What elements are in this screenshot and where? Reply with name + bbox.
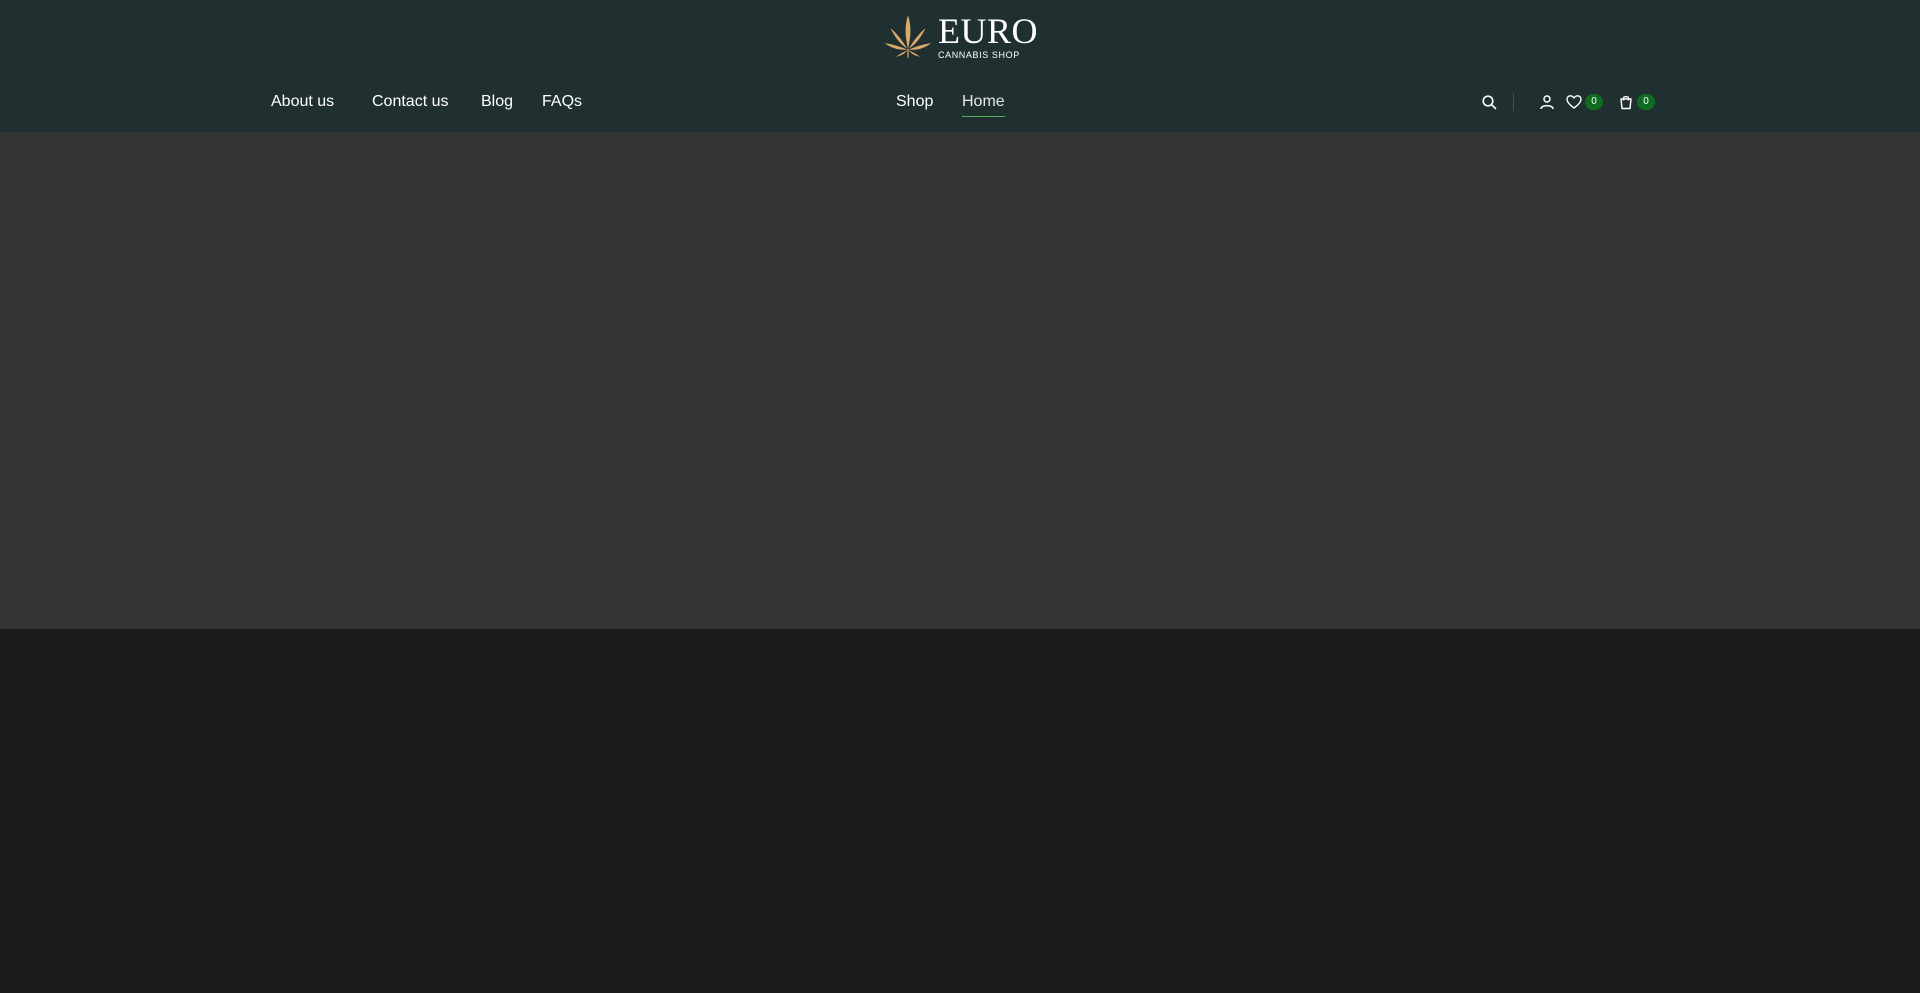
cart-count-badge: 0 (1637, 94, 1655, 110)
nav-home-label: Home (962, 93, 1005, 110)
page-content (0, 629, 1920, 993)
nav-home[interactable]: Home (962, 90, 1005, 117)
nav-contact-us[interactable]: Contact us (372, 90, 448, 114)
site-logo[interactable]: EURO CANNABIS SHOP (884, 8, 1038, 64)
hero-banner (0, 132, 1920, 629)
search-icon[interactable] (1481, 92, 1497, 112)
user-icon[interactable] (1539, 92, 1555, 112)
active-indicator (962, 116, 1005, 117)
header-divider (1513, 93, 1514, 111)
site-header: EURO CANNABIS SHOP About us Contact us B… (0, 0, 1920, 132)
nav-about-us[interactable]: About us (271, 90, 334, 114)
nav-shop[interactable]: Shop (896, 90, 933, 114)
brand-tagline: CANNABIS SHOP (938, 49, 1020, 60)
cart-icon[interactable] (1618, 92, 1634, 112)
heart-icon[interactable] (1566, 92, 1582, 112)
cannabis-leaf-icon (884, 15, 932, 58)
nav-blog[interactable]: Blog (481, 90, 513, 114)
nav-faqs[interactable]: FAQs (542, 90, 582, 114)
wishlist-count-badge: 0 (1585, 94, 1603, 110)
logo-text: EURO CANNABIS SHOP (938, 13, 1038, 60)
brand-name: EURO (938, 10, 1038, 51)
